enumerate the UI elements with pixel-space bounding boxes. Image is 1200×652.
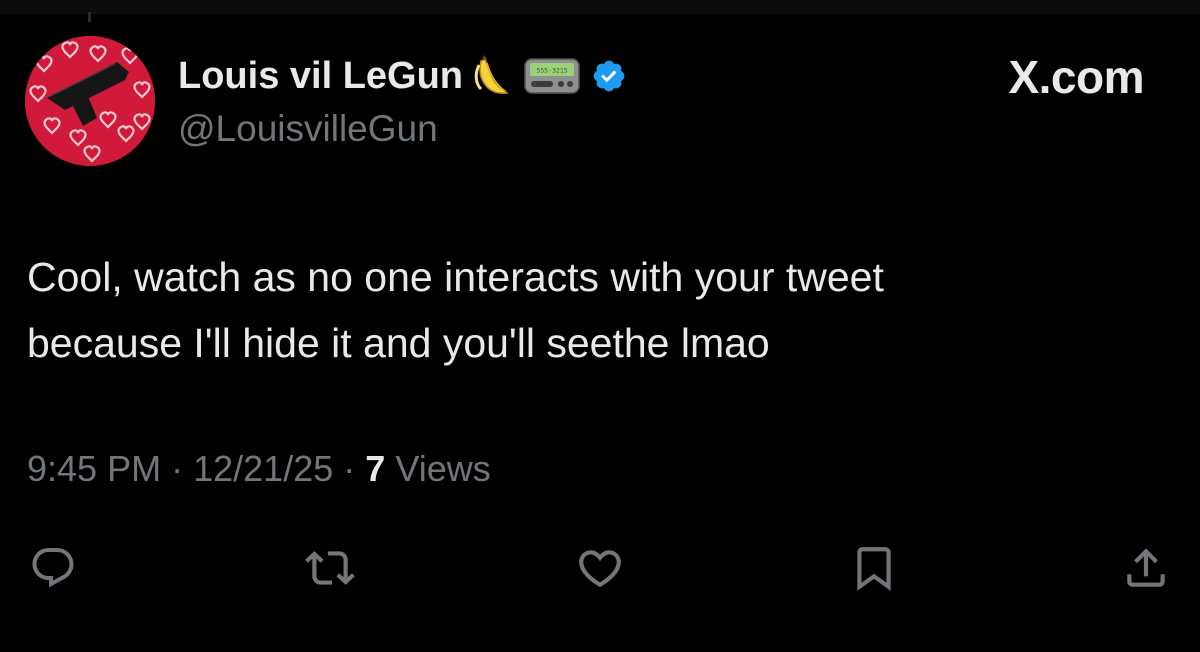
tweet-text: Cool, watch as no one interacts with you… (27, 244, 1167, 376)
tweet-text-line: because I'll hide it and you'll seethe l… (27, 320, 770, 366)
x-com-watermark: X.com (1008, 51, 1144, 103)
retweet-icon (305, 551, 355, 585)
action-bar (0, 540, 1200, 600)
like-button[interactable] (572, 540, 628, 596)
avatar-image (25, 36, 155, 166)
tweet-time[interactable]: 9:45 PM (27, 448, 161, 489)
share-button[interactable] (1118, 540, 1174, 596)
pager-screen-text: 555-3215 (536, 67, 567, 75)
like-icon (579, 550, 621, 588)
avatar[interactable] (25, 36, 155, 166)
meta-separator: · (171, 448, 184, 489)
pager-emoji: 555-3215 (523, 56, 581, 96)
display-name[interactable]: Louis vil LeGun (178, 55, 463, 98)
bookmark-button[interactable] (846, 540, 902, 596)
tweet-meta: 9:45 PM · 12/21/25 · 7 Views (27, 448, 491, 490)
top-bar-tick (88, 12, 91, 22)
retweet-button[interactable] (302, 540, 358, 596)
banana-emoji (473, 53, 513, 99)
author-handle[interactable]: @LouisvilleGun (178, 108, 438, 150)
reply-button[interactable] (25, 540, 81, 596)
tweet-text-line: Cool, watch as no one interacts with you… (27, 254, 884, 300)
top-bar (0, 0, 1200, 14)
bookmark-icon (857, 547, 891, 591)
verified-badge-icon (591, 58, 627, 94)
views-label: Views (395, 448, 491, 489)
author-name-row: Louis vil LeGun 555-3215 (178, 48, 627, 104)
views-count: 7 (365, 448, 386, 489)
reply-icon (32, 548, 74, 588)
tweet-date[interactable]: 12/21/25 (193, 448, 333, 489)
share-icon (1127, 548, 1165, 587)
meta-separator: · (343, 448, 356, 489)
